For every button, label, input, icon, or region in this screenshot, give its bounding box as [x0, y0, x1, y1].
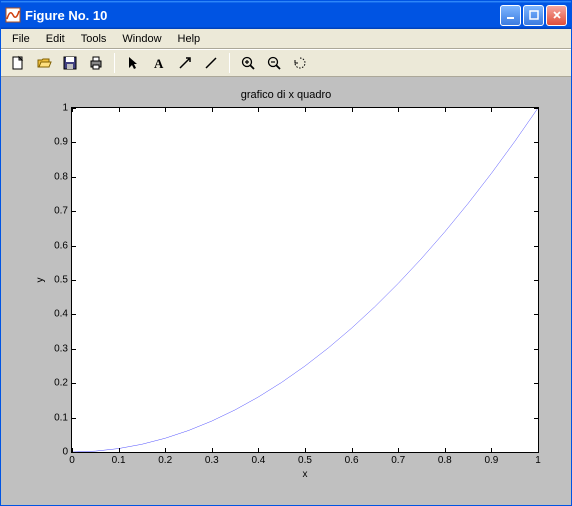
menu-edit[interactable]: Edit — [39, 31, 72, 47]
x-tick — [119, 448, 120, 452]
maximize-button[interactable] — [523, 5, 544, 26]
y-tick — [72, 418, 76, 419]
y-tick — [534, 349, 538, 350]
axes-container: grafico di x quadro y x 00.10.20.30.40.5… — [13, 89, 559, 493]
y-tick-label: 0.3 — [54, 343, 72, 354]
x-tick — [212, 448, 213, 452]
minimize-button[interactable] — [500, 5, 521, 26]
figure-canvas: grafico di x quadro y x 00.10.20.30.40.5… — [1, 77, 571, 505]
new-icon[interactable] — [7, 52, 29, 74]
x-tick — [165, 108, 166, 112]
x-tick-label: 1 — [535, 452, 541, 466]
x-tick-label: 0 — [69, 452, 75, 466]
y-tick — [72, 142, 76, 143]
x-tick — [491, 108, 492, 112]
x-tick-label: 0.3 — [205, 452, 219, 466]
y-tick — [72, 246, 76, 247]
x-tick-label: 0.1 — [112, 452, 126, 466]
menu-window[interactable]: Window — [115, 31, 168, 47]
x-tick — [538, 448, 539, 452]
x-tick-label: 0.4 — [251, 452, 265, 466]
x-tick — [305, 448, 306, 452]
menubar: File Edit Tools Window Help — [1, 29, 571, 49]
y-tick-label: 0.8 — [54, 171, 72, 182]
y-tick — [534, 246, 538, 247]
x-tick-label: 0.9 — [484, 452, 498, 466]
x-tick — [352, 108, 353, 112]
figure-window: Figure No. 10 File Edit Tools Window Hel… — [0, 0, 572, 506]
y-tick-label: 0.2 — [54, 378, 72, 389]
y-tick-label: 0.5 — [54, 275, 72, 286]
y-tick — [72, 280, 76, 281]
window-buttons — [500, 5, 567, 26]
zoom-out-icon[interactable] — [263, 52, 285, 74]
y-tick — [534, 383, 538, 384]
y-tick — [534, 314, 538, 315]
line-icon[interactable] — [200, 52, 222, 74]
close-button[interactable] — [546, 5, 567, 26]
x-tick — [72, 448, 73, 452]
y-axis-label: y — [35, 278, 46, 283]
zoom-in-icon[interactable] — [237, 52, 259, 74]
toolbar: A — [1, 49, 571, 77]
y-tick — [534, 177, 538, 178]
x-tick — [212, 108, 213, 112]
print-icon[interactable] — [85, 52, 107, 74]
x-tick — [445, 108, 446, 112]
x-tick — [352, 448, 353, 452]
y-tick — [72, 349, 76, 350]
text-icon[interactable]: A — [148, 52, 170, 74]
y-tick-label: 0.7 — [54, 206, 72, 217]
x-tick — [72, 108, 73, 112]
x-tick — [258, 108, 259, 112]
x-tick-label: 0.6 — [345, 452, 359, 466]
titlebar[interactable]: Figure No. 10 — [1, 1, 571, 29]
y-tick-label: 0.4 — [54, 309, 72, 320]
plot-area[interactable]: y x 00.10.20.30.40.50.60.70.80.9100.10.2… — [71, 107, 539, 453]
y-tick — [534, 418, 538, 419]
rotate-icon[interactable] — [289, 52, 311, 74]
save-icon[interactable] — [59, 52, 81, 74]
toolbar-separator — [114, 53, 115, 73]
y-tick — [534, 142, 538, 143]
data-line — [72, 108, 538, 452]
pointer-icon[interactable] — [122, 52, 144, 74]
x-tick — [491, 448, 492, 452]
y-tick — [72, 383, 76, 384]
x-tick — [538, 108, 539, 112]
y-tick-label: 1 — [62, 103, 72, 114]
x-tick — [258, 448, 259, 452]
x-tick — [398, 448, 399, 452]
plot-title: grafico di x quadro — [13, 89, 559, 101]
x-tick-label: 0.8 — [438, 452, 452, 466]
x-tick — [305, 108, 306, 112]
x-tick — [119, 108, 120, 112]
svg-text:A: A — [154, 56, 164, 71]
menu-tools[interactable]: Tools — [74, 31, 114, 47]
x-tick-label: 0.5 — [298, 452, 312, 466]
y-tick — [534, 211, 538, 212]
y-tick — [72, 314, 76, 315]
y-tick — [72, 177, 76, 178]
y-tick-label: 0.9 — [54, 137, 72, 148]
y-tick — [72, 211, 76, 212]
arrow-icon[interactable] — [174, 52, 196, 74]
x-tick — [165, 448, 166, 452]
window-title: Figure No. 10 — [25, 8, 500, 23]
menu-file[interactable]: File — [5, 31, 37, 47]
x-tick — [445, 448, 446, 452]
x-tick — [398, 108, 399, 112]
open-icon[interactable] — [33, 52, 55, 74]
x-tick-label: 0.2 — [158, 452, 172, 466]
menu-help[interactable]: Help — [171, 31, 208, 47]
y-tick — [534, 280, 538, 281]
y-tick-label: 0.6 — [54, 240, 72, 251]
app-icon — [5, 7, 21, 23]
x-axis-label: x — [303, 469, 308, 480]
toolbar-separator — [229, 53, 230, 73]
y-tick-label: 0.1 — [54, 412, 72, 423]
x-tick-label: 0.7 — [391, 452, 405, 466]
